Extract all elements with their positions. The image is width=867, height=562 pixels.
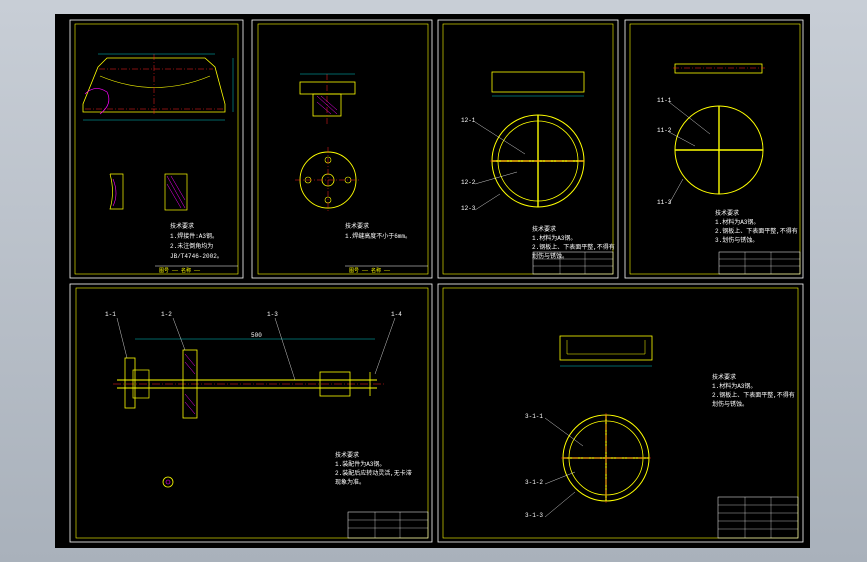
leader-label: 12-2: [461, 179, 476, 186]
leader-line: [474, 171, 518, 185]
sheet-disc[interactable]: 11-1 11-2 11-3 技术要求 1.材料为A3钢。 2.钢板上、下表面平…: [624, 19, 804, 279]
notes-line: 2.未注倒角均为: [170, 242, 213, 250]
sheet-frame: [437, 283, 804, 543]
notes-line: 划伤与锈蚀。: [532, 252, 568, 260]
title-block: [717, 496, 799, 539]
sheet-border: [75, 287, 429, 539]
leader-line: [374, 317, 396, 375]
notes-line: 技术要求: [335, 451, 359, 459]
notes-line: 现象为准。: [335, 478, 365, 486]
notes-line: 技术要求: [715, 209, 739, 217]
notes-line: 技术要求: [170, 222, 194, 230]
leader-line: [544, 417, 584, 447]
sheet-plate-ring[interactable]: 12-1 12-2 12-3 技术要求 1.材料为A3钢。 2.钢板上、下表面平…: [437, 19, 619, 279]
title-block: [718, 251, 801, 275]
sheet-bottom-plate[interactable]: 3-1-1 3-1-2 3-1-3 技术要求 1.材料为A3钢。 2.钢板上、下…: [437, 283, 804, 543]
leader-line: [668, 131, 696, 147]
notes-line: 2.装配后应转动灵活,无卡滞: [335, 469, 412, 477]
notes-line: 2.钢板上、下表面平整,不得有: [712, 391, 795, 399]
title-block: [347, 511, 429, 539]
notes-line: 划伤与锈蚀。: [712, 400, 748, 408]
sheet-shaft-assembly[interactable]: 500 1-1 1-2 1-3 1-4 技术要求 1.装配件为A3钢。 2.装配…: [69, 283, 433, 543]
leader-label: 11-1: [657, 97, 672, 104]
notes-line: 1.焊接件:A3钢。: [170, 232, 218, 240]
leader-line: [668, 101, 711, 135]
notes-line: 1.材料为A3钢。: [532, 234, 576, 242]
leader-label: 1-2: [161, 311, 172, 318]
leader-label: 3-1-2: [525, 479, 543, 486]
disc-side-view: [674, 63, 763, 74]
plate-recess: [566, 340, 646, 355]
sheet-border: [442, 23, 614, 275]
leader-line: [474, 193, 501, 211]
end-flange: [124, 357, 136, 409]
sheet-flange[interactable]: 技术要求 1.焊缝高度不小于6mm。 图号 —— 名称 ——: [251, 19, 433, 279]
notes-line: 技术要求: [345, 222, 369, 230]
leader-label: 11-3: [657, 199, 672, 206]
cad-drawing-canvas[interactable]: 技术要求 1.焊接件:A3钢。 2.未注倒角均为 JB/T4746-2002。 …: [55, 14, 810, 548]
notes-line: 2.钢板上、下表面平整,不得有: [715, 227, 798, 235]
hatch: [166, 175, 186, 209]
leader-label: 1-4: [391, 311, 402, 318]
sheet-frame: [69, 283, 433, 543]
leader-label: 1-1: [105, 311, 116, 318]
section-a: [109, 173, 124, 210]
notes-line: 1.装配件为A3钢。: [335, 460, 385, 468]
notes-line: 2.钢板上、下表面平整,不得有: [532, 243, 615, 251]
leader-label: 12-3: [461, 205, 476, 212]
detail-circle: [162, 476, 174, 488]
title-block-grid: [718, 497, 798, 538]
cone-inner-arc: [99, 75, 211, 88]
notes-line: 技术要求: [712, 373, 736, 381]
cad-viewport[interactable]: 技术要求 1.焊接件:A3钢。 2.未注倒角均为 JB/T4746-2002。 …: [0, 0, 867, 562]
plate-side-view: [491, 71, 585, 93]
plate-side-view: [559, 335, 653, 361]
notes-line: JB/T4746-2002。: [170, 253, 223, 260]
leader-line: [172, 317, 186, 351]
leader-line: [116, 317, 128, 359]
title-block-grid: [348, 512, 428, 538]
leader-label: 3-1-3: [525, 512, 543, 519]
leader-label: 11-2: [657, 127, 672, 134]
notes-line: 1.材料为A3钢。: [715, 218, 759, 226]
leader-line: [544, 491, 576, 518]
hatch: [112, 178, 117, 207]
sheet-border: [442, 287, 799, 539]
notes-line: 技术要求: [532, 225, 556, 233]
drawing-sheet[interactable]: 技术要求 1.焊接件:A3钢。 2.未注倒角均为 JB/T4746-2002。 …: [55, 14, 810, 548]
notes-line: 3.划伤与锈蚀。: [715, 236, 758, 244]
notes-line: 1.材料为A3钢。: [712, 382, 756, 390]
leader-label: 12-1: [461, 117, 476, 124]
sheet-frame: [437, 19, 619, 279]
sheet-cone[interactable]: 技术要求 1.焊接件:A3钢。 2.未注倒角均为 JB/T4746-2002。 …: [69, 19, 244, 279]
title-strip: 图号 —— 名称 ——: [159, 267, 201, 274]
title-block-grid: [719, 252, 800, 274]
detail-circle-inner: [165, 479, 171, 485]
leader-label: 3-1-1: [525, 413, 543, 420]
dimension-label: 500: [251, 332, 262, 339]
title-strip: 图号 —— 名称 ——: [349, 267, 391, 274]
sheet-frame: [624, 19, 804, 279]
weld-detail: [84, 88, 110, 115]
leader-line: [274, 317, 296, 381]
notes-line: 1.焊缝高度不小于6mm。: [345, 232, 411, 240]
leader-label: 1-3: [267, 311, 278, 318]
flange-body: [299, 81, 356, 95]
